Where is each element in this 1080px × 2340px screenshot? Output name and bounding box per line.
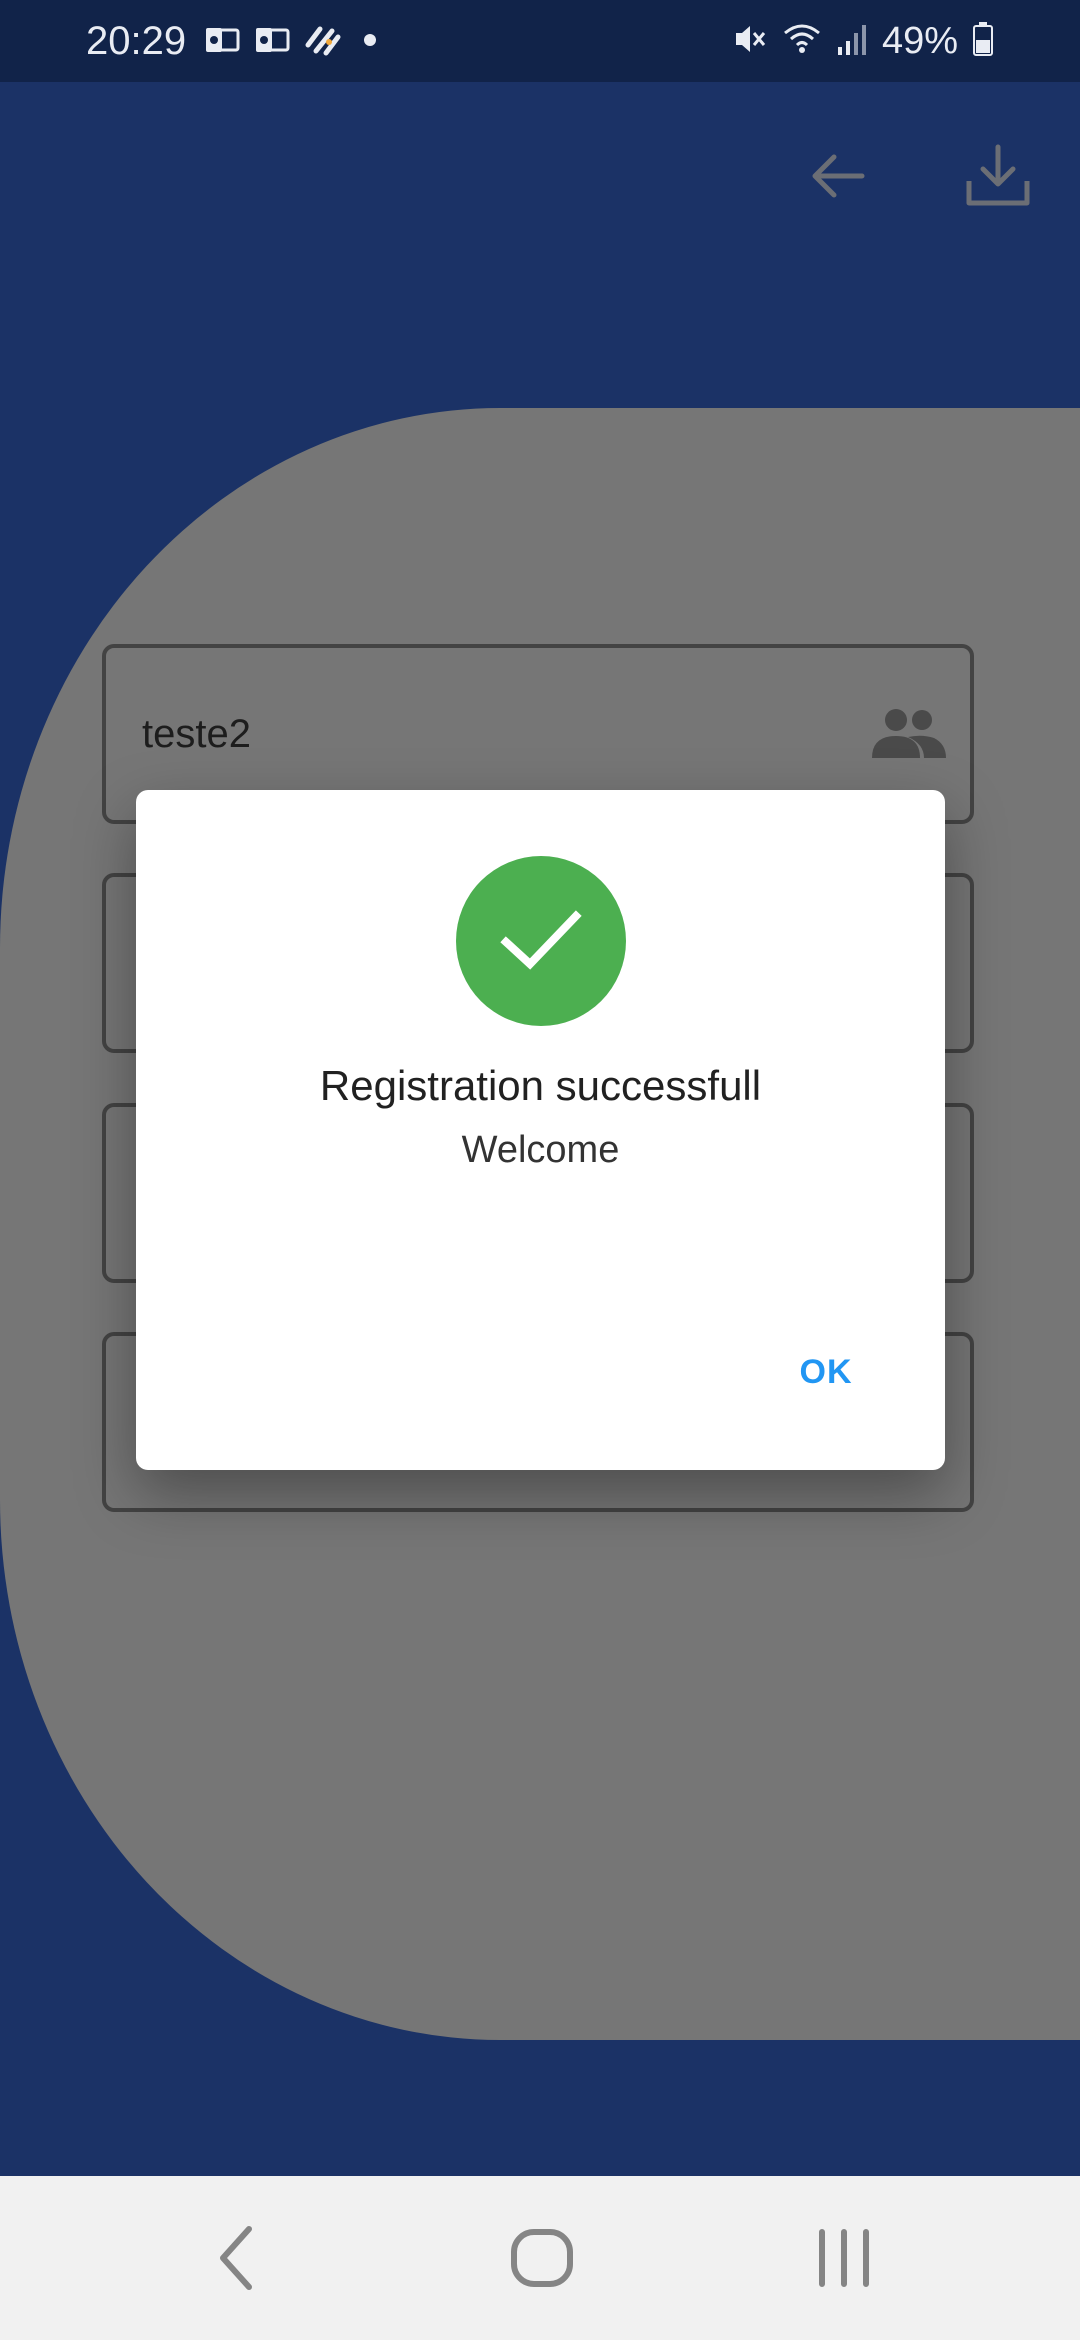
back-button[interactable] xyxy=(790,128,886,224)
dialog-title: Registration successfull xyxy=(319,1062,762,1109)
nav-recents-button[interactable] xyxy=(784,2204,904,2312)
success-badge xyxy=(456,856,626,1026)
download-icon xyxy=(966,144,1030,206)
check-icon xyxy=(500,910,582,970)
dot-icon xyxy=(358,28,382,57)
outlook-icon xyxy=(254,24,290,61)
home-icon xyxy=(511,2229,573,2287)
download-button[interactable] xyxy=(950,128,1046,224)
notification-icons xyxy=(204,22,382,62)
dialog-subtitle: Welcome xyxy=(461,1129,620,1171)
mute-icon xyxy=(732,21,768,62)
name-field-value: teste2 xyxy=(142,712,251,756)
battery-icon xyxy=(972,21,994,62)
back-icon xyxy=(220,2226,252,2290)
ok-button[interactable]: OK xyxy=(756,1336,896,1408)
outlook-icon xyxy=(204,24,240,61)
system-icons: 49% xyxy=(732,18,994,64)
wifi-icon xyxy=(782,21,822,62)
app-icon xyxy=(304,23,344,62)
back-arrow-icon xyxy=(812,154,865,198)
group-icon xyxy=(868,706,948,767)
success-dialog: Registration successfull Welcome OK xyxy=(136,790,945,1470)
battery-level: 49% xyxy=(881,20,958,62)
navigation-bar xyxy=(0,2176,1080,2340)
recents-icon xyxy=(819,2229,869,2287)
nav-home-button[interactable] xyxy=(482,2204,602,2312)
status-time: 20:29 xyxy=(86,19,187,63)
status-bar: 20:29 49% xyxy=(0,0,1080,82)
nav-back-button[interactable] xyxy=(176,2204,296,2312)
signal-icon xyxy=(836,21,868,62)
